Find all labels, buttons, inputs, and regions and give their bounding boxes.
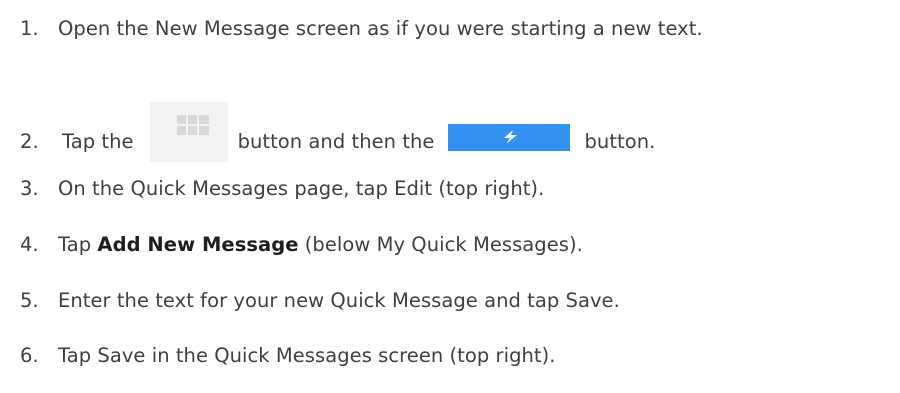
step-6: 6. Tap Save in the Quick Messages screen … [0, 343, 556, 369]
quick-messages-button-image [448, 123, 571, 151]
step-1: 1. Open the New Message screen as if you … [0, 16, 703, 42]
step-text-middle: button and then the [237, 129, 435, 153]
step-text-before: Tap the [62, 129, 134, 153]
step-4: 4. Tap Add New Message (below My Quick Me… [0, 232, 583, 258]
step-number: 6. [20, 344, 39, 367]
step-3: 3. On the Quick Messages page, tap Edit (… [0, 176, 544, 202]
instructions-document: 1. Open the New Message screen as if you … [0, 0, 900, 393]
step-5: 5. Enter the text for your new Quick Mess… [0, 288, 620, 314]
step-text-before: Tap [58, 233, 92, 256]
step-number: 3. [20, 177, 39, 200]
step-text: Open the New Message screen as if you we… [58, 17, 703, 40]
step-text-after: button. [584, 129, 656, 153]
step-number: 1. [20, 17, 39, 40]
grid-glyph [176, 115, 209, 135]
lightning-bolt-icon [504, 129, 518, 144]
step-number: 5. [20, 289, 39, 312]
step-text: Tap Save in the Quick Messages screen (t… [58, 344, 556, 367]
step-text: On the Quick Messages page, tap Edit (to… [58, 177, 545, 200]
apps-grid-icon [149, 102, 228, 162]
step-number: 2. [20, 129, 39, 153]
step-2: 2. Tap the button and then the button. [0, 102, 659, 172]
step-text-after: (below My Quick Messages). [304, 233, 583, 256]
add-new-message-label: Add New Message [97, 233, 299, 256]
step-number: 4. [20, 233, 39, 256]
step-text: Enter the text for your new Quick Messag… [58, 289, 620, 312]
